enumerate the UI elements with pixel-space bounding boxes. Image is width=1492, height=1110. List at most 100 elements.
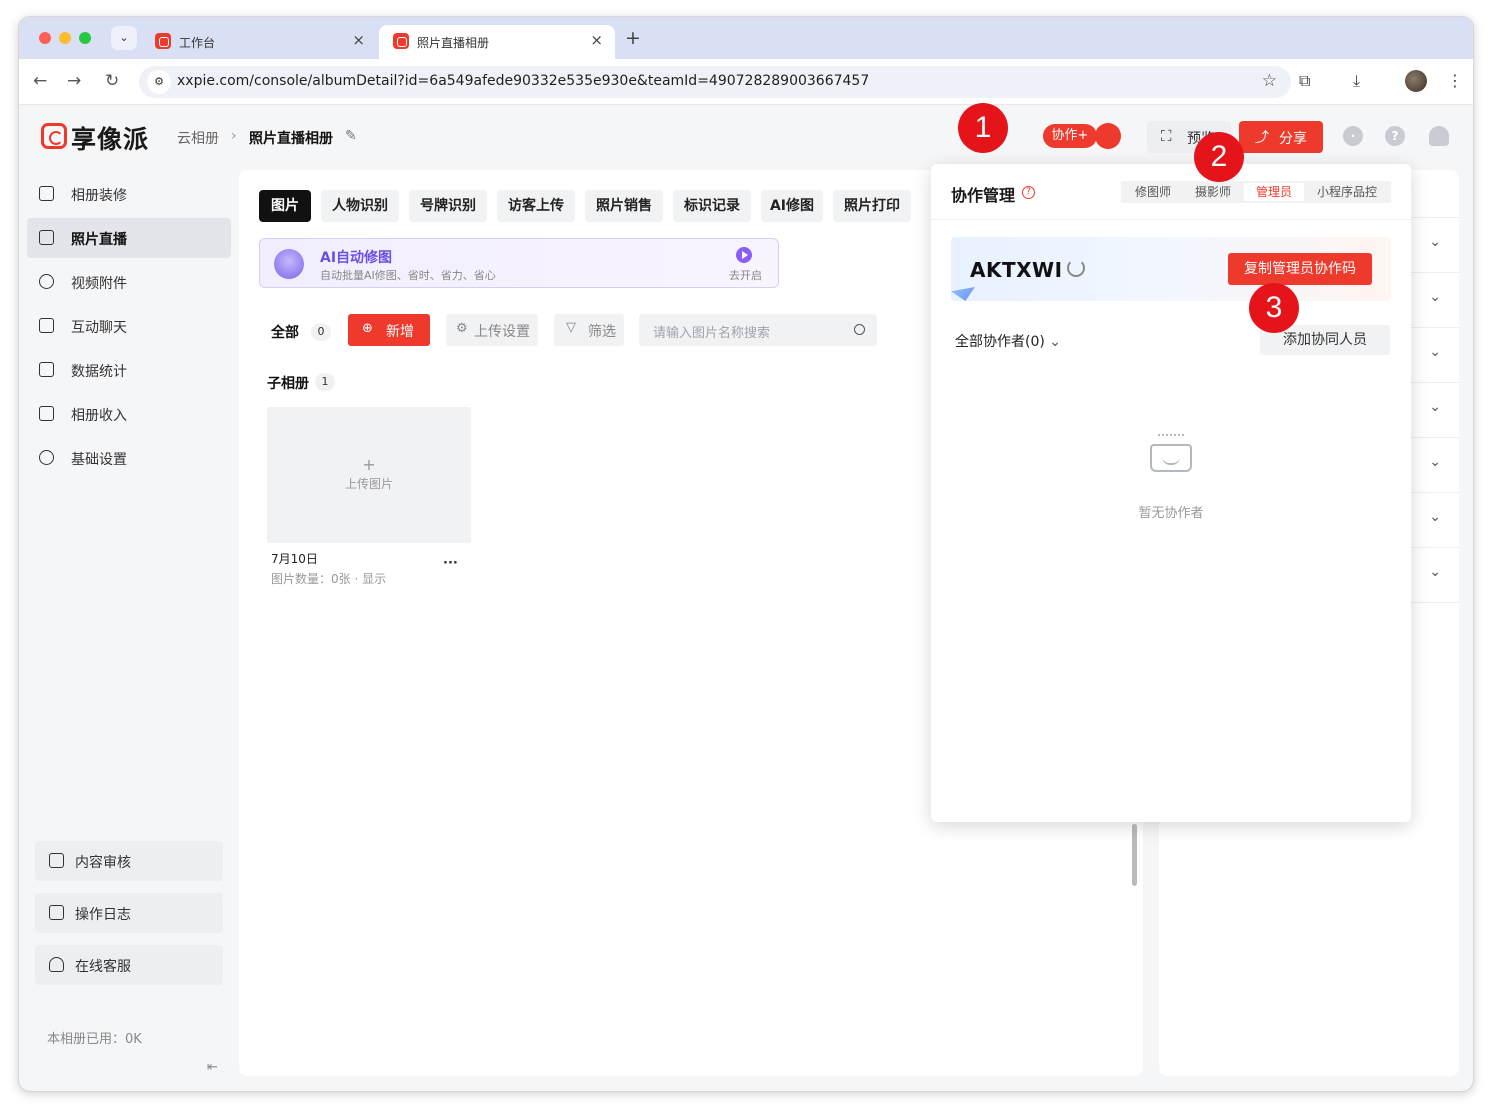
chevron-down-icon[interactable]: ⌄: [1429, 509, 1441, 525]
role-segmented-control: 修图师 摄影师 管理员 小程序品控: [1121, 181, 1391, 203]
copy-admin-code-button[interactable]: 复制管理员协作码: [1228, 253, 1372, 285]
tab-bib-recognition[interactable]: 号牌识别: [409, 190, 487, 222]
chevron-down-icon[interactable]: ⌄: [1429, 289, 1441, 305]
user-level-icon[interactable]: ·: [1343, 126, 1363, 146]
all-photos-filter[interactable]: 全部: [271, 322, 299, 342]
divider: [931, 219, 1411, 220]
close-tab-icon[interactable]: ×: [352, 31, 365, 49]
tab-photo-sales[interactable]: 照片销售: [585, 190, 663, 222]
download-icon[interactable]: ⤓: [1353, 71, 1360, 91]
wallet-icon: [39, 406, 54, 421]
tab-photo-print[interactable]: 照片打印: [833, 190, 911, 222]
online-support-button[interactable]: 在线客服: [35, 945, 223, 985]
sidebar-item-basic-settings[interactable]: 基础设置: [27, 438, 231, 478]
profile-avatar[interactable]: [1405, 70, 1427, 92]
operation-log-button[interactable]: 操作日志: [35, 893, 223, 933]
tab-ai-retouch[interactable]: AI修图: [761, 190, 823, 222]
album-meta: 图片数量：0张 · 显示: [271, 572, 387, 586]
tab-visitor-upload[interactable]: 访客上传: [497, 190, 575, 222]
search-input[interactable]: 请输入图片名称搜索: [639, 314, 877, 346]
breadcrumb-current: 照片直播相册: [249, 131, 333, 147]
step-marker-1: 1: [958, 103, 1008, 153]
sidebar-item-label: 照片直播: [71, 232, 127, 248]
chevron-down-icon[interactable]: ⌄: [1429, 564, 1441, 580]
plus-icon: +: [362, 455, 376, 474]
ai-retouch-banner[interactable]: AI自动修图 自动批量AI修图、省时、省力、省心 去开启: [259, 238, 779, 288]
reload-icon[interactable]: ↻: [105, 71, 119, 91]
help-icon[interactable]: ?: [1022, 186, 1035, 199]
logo-icon: [41, 123, 67, 149]
segment-admin[interactable]: 管理员: [1244, 183, 1304, 201]
tab-search-button[interactable]: ⌄: [111, 26, 137, 50]
ai-robot-icon: [274, 249, 304, 279]
browser-toolbar: ← → ↻ ⚙ xxpie.com/console/albumDetail?id…: [19, 59, 1473, 105]
upload-settings-button[interactable]: ⚙ 上传设置: [446, 314, 538, 346]
segment-retoucher[interactable]: 修图师: [1123, 183, 1183, 201]
close-window-button[interactable]: [39, 32, 51, 44]
chevron-down-icon[interactable]: ⌄: [1429, 454, 1441, 470]
sidebar-item-video-attachments[interactable]: 视频附件: [27, 262, 231, 302]
scrollbar-thumb[interactable]: [1132, 824, 1137, 886]
operation-log-label: 操作日志: [75, 907, 131, 923]
help-icon[interactable]: ?: [1385, 126, 1405, 146]
breadcrumb-root[interactable]: 云相册: [177, 128, 219, 148]
chevron-down-icon[interactable]: ⌄: [1429, 344, 1441, 360]
image-icon: [39, 230, 54, 245]
close-tab-icon[interactable]: ×: [590, 31, 603, 49]
address-bar[interactable]: ⚙ xxpie.com/console/albumDetail?id=6a549…: [139, 66, 1291, 98]
empty-state-text: 暂无协作者: [1138, 506, 1204, 521]
back-icon[interactable]: ←: [33, 71, 47, 91]
search-icon[interactable]: [854, 324, 865, 335]
new-tab-icon[interactable]: +: [625, 27, 641, 49]
sidebar-item-interactive-chat[interactable]: 互动聊天: [27, 306, 231, 346]
tab-photo-live-album[interactable]: 照片直播相册 ×: [379, 25, 615, 59]
browser-window: ⌄ 工作台 × 照片直播相册 × + ← → ↻ ⚙ xxpie.com/con…: [18, 16, 1474, 1092]
collab-badge-label: 协作+: [1051, 128, 1089, 143]
segment-photographer[interactable]: 摄影师: [1183, 183, 1243, 201]
filter-button[interactable]: ▽ 筛选: [554, 314, 624, 346]
favicon-icon: [393, 33, 409, 49]
forward-icon[interactable]: →: [67, 71, 81, 91]
refresh-icon[interactable]: [1067, 259, 1085, 277]
edit-icon[interactable]: ✎: [345, 128, 357, 144]
site-info-icon[interactable]: ⚙: [147, 70, 171, 94]
all-collaborators-label: 全部协作者(0): [955, 334, 1045, 350]
collab-plus-button[interactable]: 协作+: [1043, 124, 1097, 148]
tab-photos[interactable]: 图片: [259, 190, 311, 222]
bookmark-star-icon[interactable]: ☆: [1262, 71, 1277, 91]
sidebar-item-album-decoration[interactable]: 相册装修: [27, 174, 231, 214]
share-icon: ⤴: [1255, 130, 1269, 146]
share-label: 分享: [1279, 131, 1307, 147]
collapse-sidebar-icon[interactable]: ⇤: [207, 1060, 218, 1075]
more-options-icon[interactable]: ···: [443, 556, 458, 571]
tab-workbench[interactable]: 工作台 ×: [141, 25, 377, 59]
chevron-down-icon[interactable]: ⌄: [1429, 234, 1441, 250]
play-icon[interactable]: [736, 247, 752, 263]
stamp-icon: [49, 853, 64, 868]
sidebar-item-label: 数据统计: [71, 364, 127, 380]
filter-label: 筛选: [588, 324, 616, 340]
sidebar-item-album-income[interactable]: 相册收入: [27, 394, 231, 434]
tab-mark-records[interactable]: 标识记录: [673, 190, 751, 222]
all-collaborators-dropdown[interactable]: 全部协作者(0) ⌄: [955, 331, 1061, 351]
content-review-button[interactable]: 内容审核: [35, 841, 223, 881]
sidebar-item-statistics[interactable]: 数据统计: [27, 350, 231, 390]
segment-miniprogram-qc[interactable]: 小程序品控: [1305, 183, 1389, 201]
tab-person-recognition[interactable]: 人物识别: [321, 190, 399, 222]
browser-menu-icon[interactable]: ⋮: [1447, 71, 1463, 90]
ai-banner-action[interactable]: 去开启: [729, 267, 762, 283]
maximize-window-button[interactable]: [79, 32, 91, 44]
extensions-icon[interactable]: ⧉: [1299, 71, 1310, 91]
chat-icon: [39, 318, 54, 333]
chevron-down-icon[interactable]: ⌄: [1429, 399, 1441, 415]
add-button[interactable]: ⊕ 新增: [348, 314, 430, 346]
funnel-icon: ▽: [566, 320, 576, 335]
share-button[interactable]: ⤴ 分享: [1239, 121, 1323, 153]
collab-logo-icon[interactable]: [1095, 123, 1121, 149]
paper-plane-icon: [951, 287, 975, 301]
sidebar-item-photo-live[interactable]: 照片直播: [27, 218, 231, 258]
upload-photo-card[interactable]: + 上传图片: [267, 407, 471, 543]
all-count-badge: 0: [311, 323, 331, 341]
minimize-window-button[interactable]: [59, 32, 71, 44]
bell-icon[interactable]: [1429, 126, 1449, 146]
